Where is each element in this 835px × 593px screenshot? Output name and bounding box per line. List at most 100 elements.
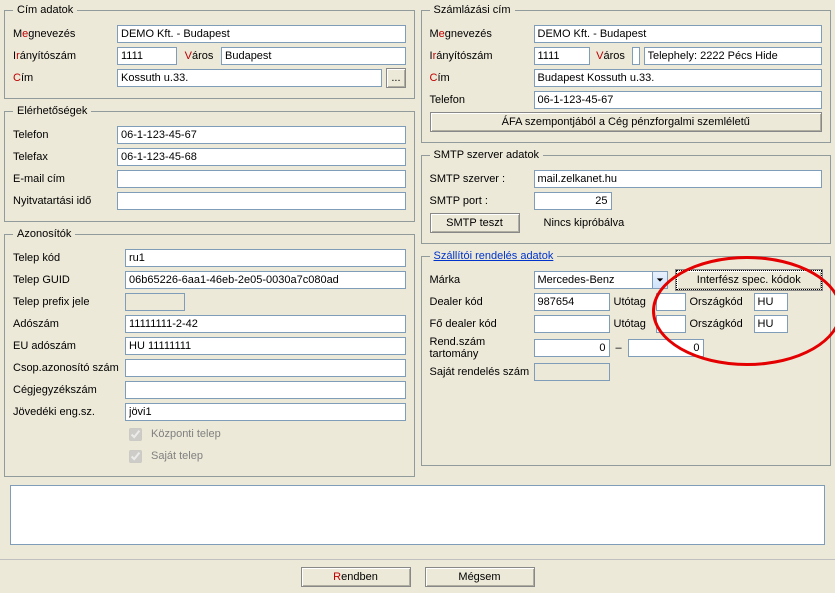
jovedeki-input[interactable] [125,403,406,421]
prefix-label: Telep prefix jele [13,296,121,308]
dialog-footer: Rendben Mégsem [0,559,835,593]
azonositok-legend: Azonosítók [13,228,75,240]
sz-telefon-input[interactable] [534,91,823,109]
cancel-button[interactable]: Mégsem [425,567,535,587]
cegjegyzek-label: Cégjegyzékszám [13,384,121,396]
telepkod-input[interactable] [125,249,406,267]
rendszam-label: Rend.szám tartomány [430,336,530,360]
utotag2-label: Utótag [614,318,652,330]
sajatrend-label: Saját rendelés szám [430,366,530,378]
dealer-label: Dealer kód [430,296,530,308]
sz-telephely-input[interactable] [644,47,823,65]
left-column: Cím adatok Megnevezés Irányítószám Város… [4,4,415,483]
ok-button[interactable]: Rendben [301,567,411,587]
notes-textarea[interactable] [10,485,825,545]
smtp-legend: SMTP szerver adatok [430,149,544,161]
fodealer-input[interactable] [534,315,610,333]
kozponti-label: Központi telep [151,428,221,440]
sz-megnevezes-label: Megnevezés [430,28,530,40]
szamlazasi-legend: Számlázási cím [430,4,515,16]
telepguid-label: Telep GUID [13,274,121,286]
telepkod-label: Telep kód [13,252,121,264]
smtp-server-input[interactable] [534,170,823,188]
kozponti-checkbox-wrap: Központi telep [125,425,221,444]
cegjegyzek-input[interactable] [125,381,406,399]
megnevezes-label: Megnevezés [13,28,113,40]
rend-to-input[interactable] [628,339,704,357]
nyitva-input[interactable] [117,192,406,210]
sajat-checkbox [129,450,142,463]
szamlazasi-group: Számlázási cím Megnevezés Irányítószám V… [421,4,832,143]
email-input[interactable] [117,170,406,188]
smtp-port-input[interactable] [534,192,612,210]
smtp-server-label: SMTP szerver : [430,173,530,185]
rend-from-input[interactable] [534,339,610,357]
azonositok-group: Azonosítók Telep kód Telep GUID Telep pr… [4,228,415,477]
cim-label: Cím [13,72,113,84]
email-label: E-mail cím [13,173,113,185]
orszagkod2-input[interactable] [754,315,788,333]
sz-varos-label: Város [594,50,628,62]
orszagkod1-label: Országkód [690,296,750,308]
utotag1-input[interactable] [656,293,686,311]
sz-megnevezes-input[interactable] [534,25,823,43]
sajat-checkbox-wrap: Saját telep [125,447,203,466]
csop-label: Csop.azonosító szám [13,362,121,374]
szallitoi-group: Szállítói rendelés adatok Márka Interfés… [421,250,832,466]
prefix-input[interactable] [125,293,185,311]
marka-select[interactable] [534,271,668,289]
cim-adatok-group: Cím adatok Megnevezés Irányítószám Város… [4,4,415,99]
marka-dropdown-button[interactable] [652,271,668,289]
nyitva-label: Nyitvatartási idő [13,195,113,207]
sz-varos-input[interactable] [632,47,640,65]
varos-input[interactable] [221,47,406,65]
megnevezes-input[interactable] [117,25,406,43]
marka-input[interactable] [534,271,652,289]
marka-label: Márka [430,274,530,286]
sz-cim-label: Cím [430,72,530,84]
iranyitoszam-input[interactable] [117,47,177,65]
cim-adatok-legend: Cím adatok [13,4,77,16]
szallitoi-legend[interactable]: Szállítói rendelés adatok [430,250,558,262]
smtp-group: SMTP szerver adatok SMTP szerver : SMTP … [421,149,832,244]
jovedeki-label: Jövedéki eng.sz. [13,406,121,418]
smtp-port-label: SMTP port : [430,195,530,207]
rend-dash: – [614,342,624,354]
cim-browse-button[interactable]: ... [386,68,405,88]
telefon-input[interactable] [117,126,406,144]
elerhetosegek-group: Elérhetőségek Telefon Telefax E-mail cím… [4,105,415,222]
cim-input[interactable] [117,69,382,87]
right-column: Számlázási cím Megnevezés Irányítószám V… [421,4,832,483]
sz-cim-input[interactable] [534,69,823,87]
sajat-label: Saját telep [151,450,203,462]
sz-iranyitoszam-input[interactable] [534,47,590,65]
telepguid-input[interactable] [125,271,406,289]
orszagkod2-label: Országkód [690,318,750,330]
telefon-label: Telefon [13,129,113,141]
orszagkod1-input[interactable] [754,293,788,311]
sajatrend-input[interactable] [534,363,610,381]
csop-input[interactable] [125,359,406,377]
telefax-input[interactable] [117,148,406,166]
eu-input[interactable] [125,337,406,355]
elerhetosegek-legend: Elérhetőségek [13,105,91,117]
sz-telefon-label: Telefon [430,94,530,106]
adoszam-input[interactable] [125,315,406,333]
kozponti-checkbox [129,428,142,441]
smtp-test-button[interactable]: SMTP teszt [430,213,520,233]
fodealer-label: Fő dealer kód [430,318,530,330]
dealer-input[interactable] [534,293,610,311]
app-window: Cím adatok Megnevezés Irányítószám Város… [0,0,835,593]
telefax-label: Telefax [13,151,113,163]
smtp-status-text: Nincs kipróbálva [544,217,625,229]
sz-iranyitoszam-label: Irányítószám [430,50,530,62]
afa-button[interactable]: ÁFA szempontjából a Cég pénzforgalmi sze… [430,112,823,132]
varos-label: Város [181,50,217,62]
eu-label: EU adószám [13,340,121,352]
adoszam-label: Adószám [13,318,121,330]
utotag1-label: Utótag [614,296,652,308]
iranyitoszam-label: Irányítószám [13,50,113,62]
interfesz-spec-kodok-button[interactable]: Interfész spec. kódok [676,270,823,290]
utotag2-input[interactable] [656,315,686,333]
chevron-down-icon [656,276,664,284]
